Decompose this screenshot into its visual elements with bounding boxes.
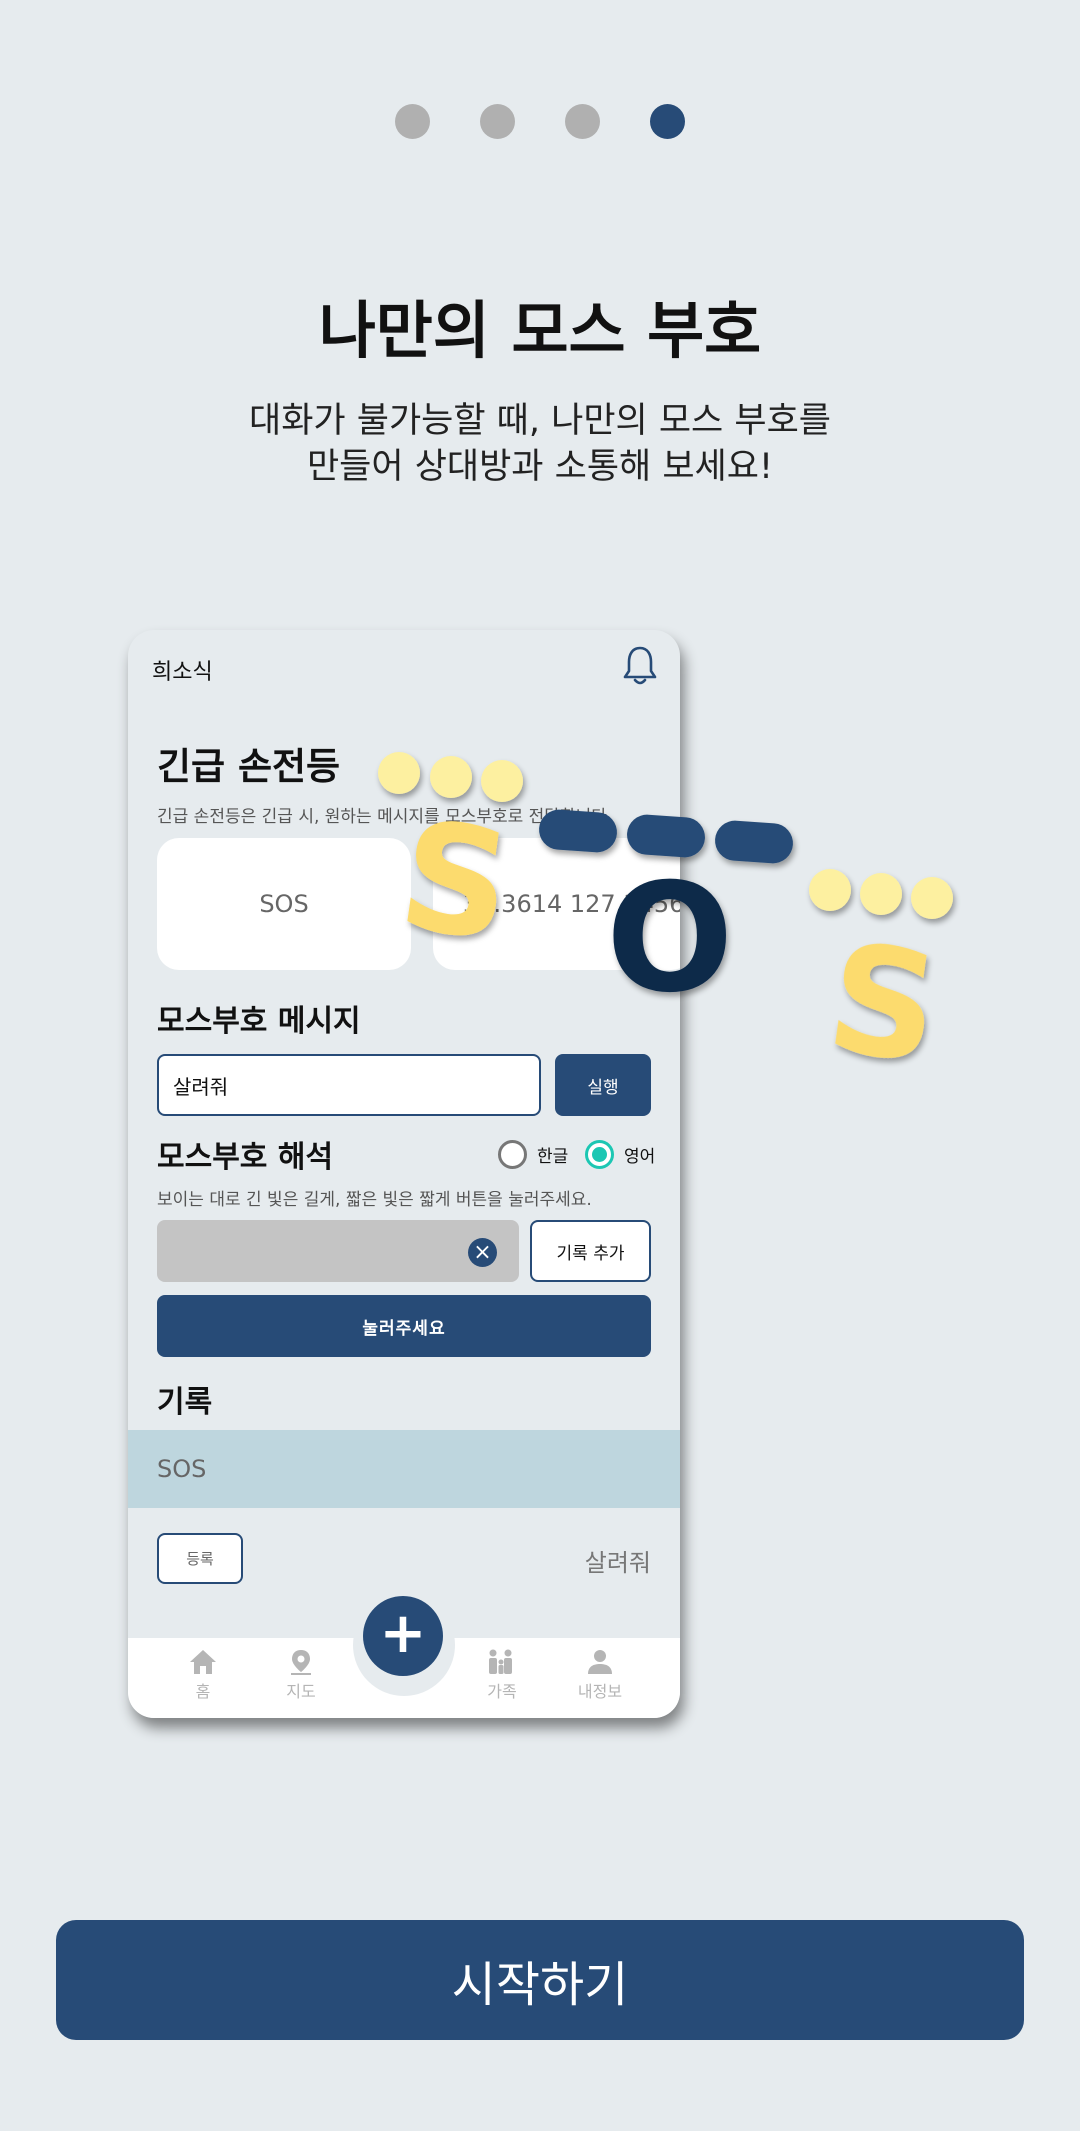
coords-card[interactable]: 37.3614 127.3456 (433, 838, 680, 970)
tab-label: 홈 (195, 1682, 211, 1701)
sos-card[interactable]: SOS (157, 838, 411, 970)
radio-english[interactable]: 영어 (585, 1140, 655, 1169)
add-record-button[interactable]: 기록 추가 (530, 1220, 651, 1282)
tab-profile[interactable]: 내정보 (565, 1648, 635, 1702)
page-dot (395, 104, 430, 139)
morse-dash (715, 820, 793, 864)
flash-desc: 긴급 손전등은 긴급 시, 원하는 메시지를 모스부호로 전달합니다. (157, 807, 613, 827)
radio-label: 영어 (624, 1147, 656, 1167)
tab-label: 내정보 (577, 1682, 623, 1701)
subtitle-line: 만들어 상대방과 소통해 보세요! (306, 447, 773, 487)
person-icon (588, 1650, 612, 1674)
morse-dot (911, 877, 953, 919)
app-title: 희소식 (152, 660, 213, 685)
tab-home[interactable]: 홈 (168, 1648, 238, 1702)
message-input[interactable]: 살려줘 (157, 1054, 541, 1116)
page-dot-active (650, 104, 685, 139)
page-dot (565, 104, 600, 139)
tab-label: 가족 (487, 1682, 517, 1701)
decode-output-field[interactable] (157, 1220, 519, 1282)
decode-title: 모스부호 해석 (157, 1140, 334, 1175)
morse-dot (860, 873, 902, 915)
flash-title: 긴급 손전등 (157, 745, 341, 788)
letter-s: S (818, 911, 949, 1098)
radio-label: 한글 (537, 1147, 569, 1167)
record-row[interactable]: SOS (128, 1430, 680, 1508)
message-title: 모스부호 메시지 (157, 1004, 361, 1039)
tab-map[interactable]: 지도 (266, 1648, 336, 1702)
register-button[interactable]: 등록 (157, 1533, 243, 1584)
add-fab-button[interactable]: + (363, 1596, 443, 1676)
morse-dot (809, 869, 851, 911)
page-dot (480, 104, 515, 139)
home-icon (190, 1650, 216, 1674)
bell-icon (623, 646, 657, 685)
records-title: 기록 (157, 1385, 213, 1420)
radio-korean[interactable]: 한글 (498, 1140, 568, 1169)
record-translation: 살려줘 (584, 1549, 651, 1577)
page-title: 나만의 모스 부호 (318, 294, 762, 367)
page-indicator (0, 104, 1080, 139)
press-button[interactable]: 눌러주세요 (157, 1295, 651, 1357)
family-icon (489, 1649, 512, 1674)
radio-circle-selected (585, 1140, 614, 1169)
page-subtitle: 대화가 불가능할 때, 나만의 모스 부호를 만들어 상대방과 소통해 보세요! (0, 398, 1080, 490)
tab-family[interactable]: 가족 (467, 1648, 537, 1702)
phone-preview: 희소식 긴급 손전등 긴급 손전등은 긴급 시, 원하는 메시지를 모스부호로 … (128, 630, 680, 1718)
radio-circle (498, 1140, 527, 1169)
start-button[interactable]: 시작하기 (56, 1920, 1024, 2040)
run-button[interactable]: 실행 (555, 1054, 651, 1116)
tab-label: 지도 (286, 1682, 316, 1701)
subtitle-line: 대화가 불가능할 때, 나만의 모스 부호를 (249, 401, 831, 441)
map-pin-icon (291, 1650, 311, 1675)
decode-desc: 보이는 대로 긴 빛은 길게, 짧은 빛은 짧게 버튼을 눌러주세요. (157, 1190, 592, 1210)
clear-icon[interactable]: × (468, 1238, 497, 1267)
